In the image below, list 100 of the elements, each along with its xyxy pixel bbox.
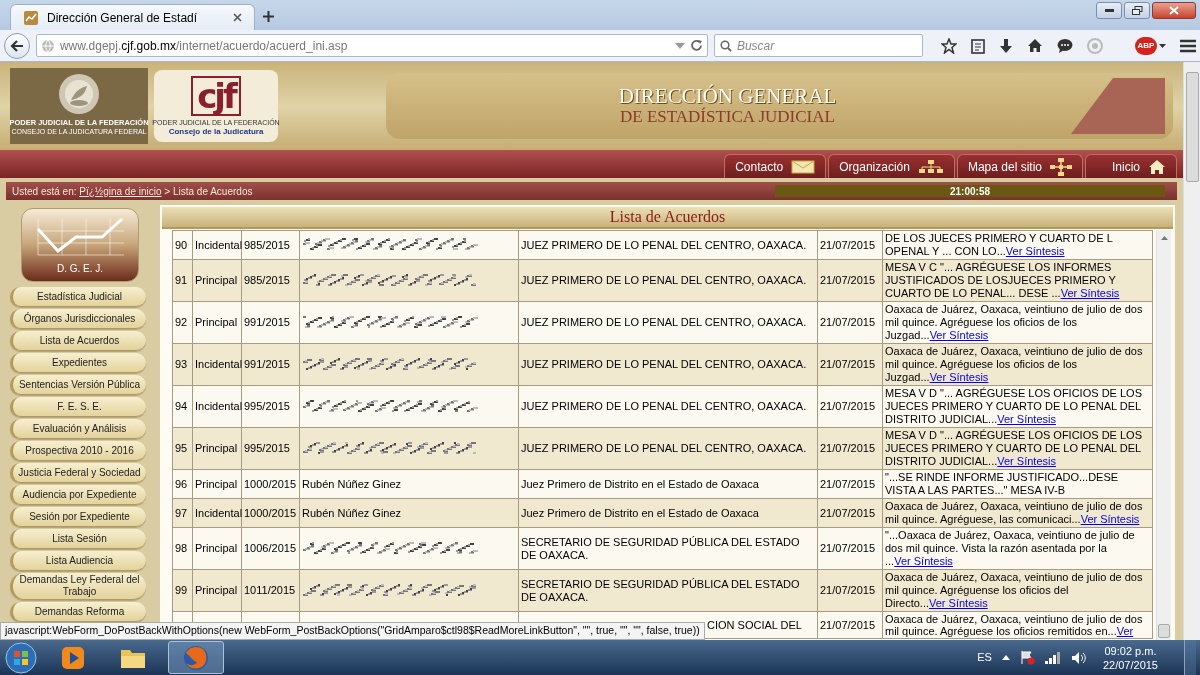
- clipboard-icon[interactable]: [971, 37, 985, 54]
- sidebar-menu-item[interactable]: Demandas Reforma: [10, 602, 146, 622]
- row-number: 94: [175, 400, 188, 412]
- sidebar-menu-item[interactable]: Prospectiva 2010 - 2016: [10, 441, 146, 461]
- sidebar-menu-item[interactable]: F. E. S. E.: [10, 397, 146, 417]
- dropdown-icon[interactable]: [674, 42, 685, 49]
- summary-text: "...Oaxaca de Juárez, Oaxaca, veintiuno de julio de dos mil quince. Vista la razón asentada por la ...Ver Síntesis: [885, 529, 1136, 568]
- new-tab-icon[interactable]: [263, 11, 274, 22]
- ver-sintesis-link[interactable]: Ver Síntesis: [929, 329, 989, 341]
- sidebar-menu-item[interactable]: Demandas Ley Federal del Trabajo: [10, 573, 146, 600]
- adblock-badge[interactable]: ABP: [1135, 36, 1157, 55]
- date-text: 21/07/2015: [820, 477, 876, 490]
- ver-sintesis-link[interactable]: Ver: [1116, 625, 1134, 637]
- back-button[interactable]: [4, 32, 30, 59]
- row-number: 97: [175, 506, 188, 519]
- close-window-button[interactable]: [1152, 2, 1196, 19]
- sidebar-menu-item[interactable]: Órganos Jurisdiccionales: [10, 309, 146, 329]
- close-icon[interactable]: [233, 13, 242, 22]
- search-field[interactable]: Buscar: [713, 34, 923, 57]
- file-number: 1000/2015: [244, 506, 296, 519]
- file-number: 995/2015: [244, 400, 290, 412]
- court-name: Juez Primero de Distrito en el Estado de Oaxaca: [521, 506, 759, 519]
- nav-link[interactable]: Mapa del sitio: [956, 154, 1083, 178]
- party-name: Rubén Núñez Ginez: [302, 506, 402, 519]
- file-number: 1011/2015: [244, 584, 296, 596]
- court-name: CION SOCIAL DEL: [707, 618, 802, 631]
- ver-sintesis-link[interactable]: Ver Síntesis: [997, 413, 1056, 425]
- nav-link[interactable]: Contacto: [724, 154, 827, 178]
- sidebar-menu-item[interactable]: Sesión por Expediente: [10, 507, 146, 527]
- status-text: javascript:WebForm_DoPostBackWithOptions(new WebForm_PostBackOptions("GridAmparo$ctl98$ReadMoreLinkButton", "", true, "", "", false, true)): [5, 623, 700, 639]
- show-desktop-button[interactable]: [1184, 640, 1196, 675]
- globe-icon: [40, 38, 55, 53]
- sidebar-menu-item[interactable]: Evaluación y Análisis: [10, 419, 146, 439]
- ver-sintesis-link[interactable]: Ver Síntesis: [894, 555, 953, 567]
- case-type-text: Incidental: [195, 506, 243, 519]
- nav-link[interactable]: Organización: [828, 154, 955, 178]
- restore-button[interactable]: [1124, 2, 1150, 19]
- search-icon: [719, 39, 732, 52]
- address-field[interactable]: www.dgepj.cjf.gob.mx/internet/acuerdo/acuerd_ini.asp: [35, 34, 708, 57]
- case-type-text: Principal: [195, 584, 238, 596]
- ver-sintesis-link[interactable]: Ver Síntesis: [929, 371, 989, 383]
- date-text: 21/07/2015: [820, 238, 876, 251]
- scroll-up-icon[interactable]: [1160, 235, 1168, 240]
- summary-text: MESA V C "... AGRÉGUESE LOS INFORMES JUSTIFICADOS DE LOSJUECES PRIMERO Y CUARTO DE LO PENAL... DESE ...Ver Síntesis: [885, 261, 1121, 300]
- seal-icon: [57, 72, 101, 116]
- restore-icon: [1131, 6, 1143, 15]
- court-name: JUEZ PRIMERO DE LO PENAL DEL CENTRO, OAXACA.: [521, 274, 807, 286]
- play-icon: [61, 645, 85, 670]
- signal-icon[interactable]: [1044, 651, 1061, 664]
- row-number: 98: [175, 542, 188, 554]
- firefox-button[interactable]: [168, 641, 224, 674]
- date-text: 21/07/2015: [820, 618, 876, 631]
- summary-text: DE LOS JUECES PRIMERO Y CUARTO DE L OPENAL Y ... CON LO...Ver Síntesis: [885, 232, 1114, 258]
- browser-tab[interactable]: Dirección General de Estadí: [10, 4, 255, 30]
- summary-text: Oaxaca de Juárez, Oaxaca, veintiuno de julio de dos mil quince. Agréguese, las comunicaci...Ver Síntesis: [885, 500, 1144, 526]
- sidebar-menu-item[interactable]: Justicia Federal y Sociedad: [10, 463, 146, 483]
- download-icon[interactable]: [999, 37, 1013, 54]
- speaker-icon[interactable]: [1070, 650, 1087, 665]
- file-number: 995/2015: [244, 442, 290, 454]
- date-text: 21/07/2015: [820, 542, 876, 554]
- sidebar-menu-item[interactable]: Lista Sesión: [10, 529, 146, 549]
- chat-bubble-icon[interactable]: [1057, 38, 1073, 53]
- ver-sintesis-link[interactable]: Ver Síntesis: [929, 597, 988, 609]
- court-name: JUEZ PRIMERO DE LO PENAL DEL CENTRO, OAXACA.: [521, 400, 807, 412]
- home-icon[interactable]: [1027, 38, 1043, 53]
- menu-icon[interactable]: [1180, 38, 1196, 53]
- ver-sintesis-link[interactable]: Ver Síntesis: [997, 455, 1056, 467]
- scroll-thumb[interactable]: [1158, 624, 1170, 638]
- court-name: JUEZ PRIMERO DE LO PENAL DEL CENTRO, OAXACA.: [521, 442, 807, 454]
- clock-button[interactable]: 09:02 p.m. 22/07/2015: [1096, 643, 1164, 672]
- case-type-text: Principal: [195, 477, 238, 490]
- case-type-text: Principal: [195, 316, 238, 328]
- ver-sintesis-link[interactable]: Ver Síntesis: [1005, 245, 1065, 257]
- sidebar-menu-item[interactable]: Estadística Judicial: [10, 287, 146, 307]
- sidebar-menu-item[interactable]: Lista Audiencia: [10, 551, 146, 571]
- star-icon[interactable]: [941, 37, 957, 54]
- home-link[interactable]: Pï¿½gina de inicio: [79, 185, 162, 197]
- page-scrollbar[interactable]: [1183, 62, 1200, 640]
- sidebar-menu-item[interactable]: Audiencia por Expediente: [10, 485, 146, 505]
- sidebar-menu-item[interactable]: Lista de Acuerdos: [10, 331, 146, 351]
- sidebar-menu-item[interactable]: Expedientes: [10, 353, 146, 373]
- file-number: 985/2015: [244, 274, 290, 286]
- close-icon: [1169, 6, 1179, 15]
- language-indicator[interactable]: ES: [977, 649, 992, 666]
- case-type-text: Incidental: [195, 358, 243, 370]
- start-button[interactable]: [4, 640, 38, 675]
- minimize-button[interactable]: [1096, 2, 1122, 19]
- file-number: 991/2015: [244, 358, 290, 370]
- scroll-thumb[interactable]: [1185, 72, 1199, 182]
- envelope-icon: [791, 159, 816, 174]
- home-icon: [1148, 158, 1166, 175]
- caret-icon[interactable]: [1001, 655, 1010, 660]
- reload-icon[interactable]: [689, 39, 703, 52]
- table-scrollbar[interactable]: [1156, 230, 1171, 640]
- sidebar-menu-item[interactable]: Sentencias Versión Pública: [10, 375, 146, 395]
- flag-icon[interactable]: [1019, 650, 1035, 665]
- ver-sintesis-link[interactable]: Ver Síntesis: [1080, 513, 1140, 525]
- caret-icon[interactable]: [1159, 43, 1166, 48]
- nav-link[interactable]: Inicio: [1085, 154, 1177, 178]
- ver-sintesis-link[interactable]: Ver Síntesis: [1060, 287, 1120, 299]
